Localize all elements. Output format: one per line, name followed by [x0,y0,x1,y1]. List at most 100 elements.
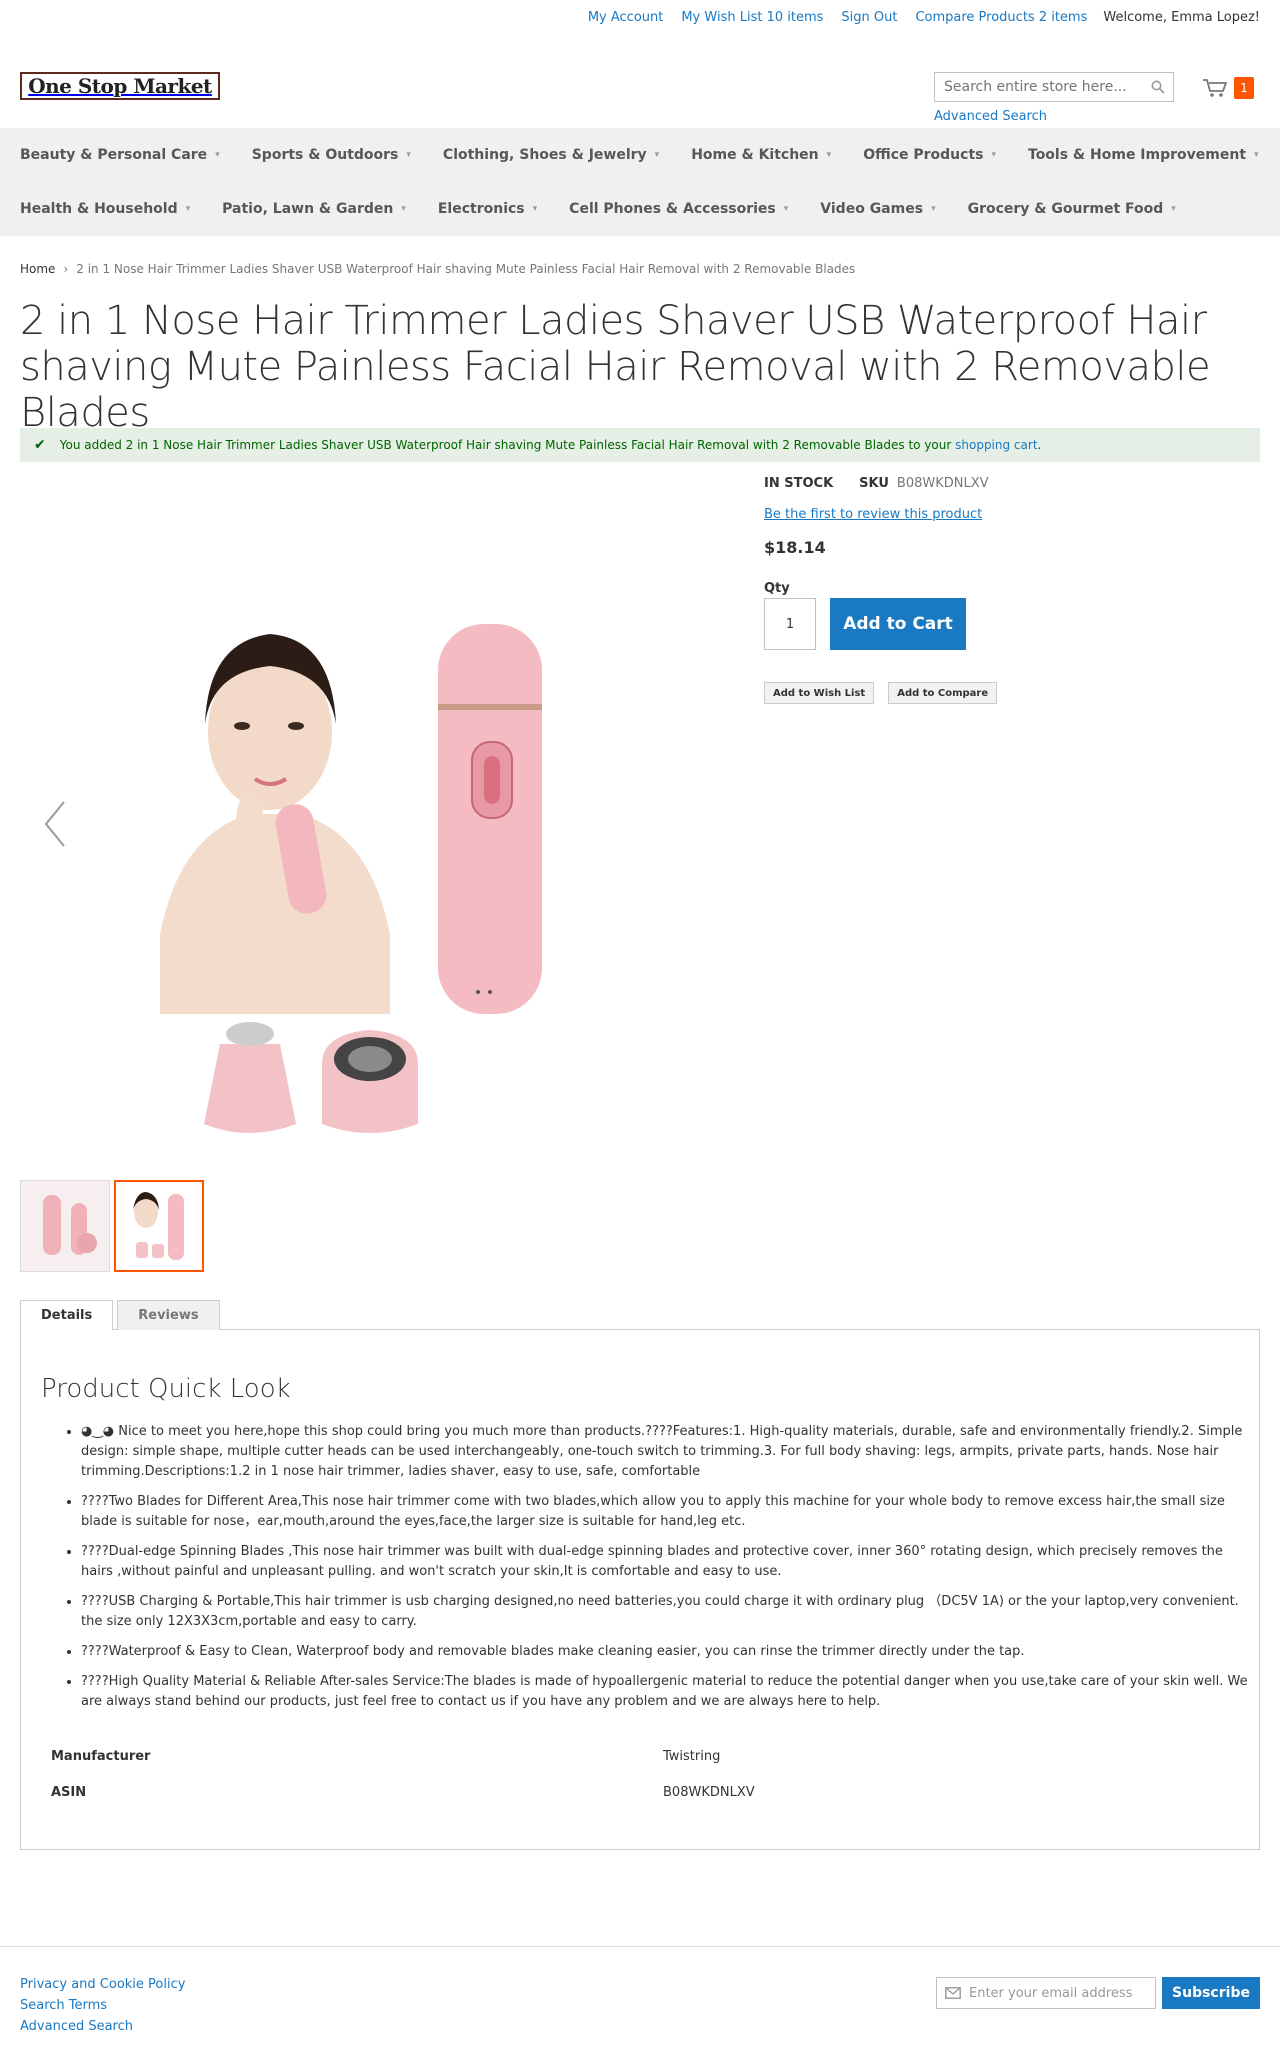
search-box [934,72,1174,102]
gallery-prev-arrow[interactable] [40,794,70,854]
nav-label: Tools & Home Improvement [1028,147,1247,163]
nav-tools-home-improvement[interactable]: Tools & Home Improvement ▾ [1008,128,1271,182]
product-photo [100,474,646,1180]
newsletter-placeholder: Enter your email address [969,1985,1133,2001]
stock-sku-row: IN STOCK SKU B08WKDNLXV [764,476,1264,491]
add-to-wishlist-button[interactable]: Add to Wish List [764,682,875,704]
nav-row-1: Beauty & Personal Care ▾ Sports & Outdoor… [0,128,1271,182]
footer-links: Privacy and Cookie Policy Search Terms A… [20,1977,185,2034]
chevron-down-icon: ▾ [654,150,660,160]
attribute-row: Manufacturer Twistring [51,1738,1231,1774]
thumbnail-image [116,1182,202,1270]
attribute-value: Twistring [663,1748,721,1764]
chevron-right-icon: › [63,262,69,276]
chevron-down-icon: ▾ [1254,150,1259,160]
top-bar: My Account My Wish List 10 items Sign Ou… [0,0,1280,40]
product-tabs: Details Reviews [20,1300,1260,1331]
store-logo[interactable]: One Stop Market [20,72,220,100]
chevron-down-icon: ▾ [406,150,411,160]
tab-reviews[interactable]: Reviews [117,1300,220,1330]
compare-products-link[interactable]: Compare Products 2 items [913,10,1089,25]
advanced-search-link[interactable]: Advanced Search [934,109,1047,124]
nav-label: Grocery & Gourmet Food [967,201,1164,217]
feature-item: ????Dual-edge Spinning Blades ,This nose… [81,1542,1259,1582]
breadcrumb-current: 2 in 1 Nose Hair Trimmer Ladies Shaver U… [76,262,856,276]
gallery-thumbnails [20,1180,204,1272]
my-account-link[interactable]: My Account [586,10,666,25]
logo-text: One Stop Market [28,74,212,98]
add-to-cart-button[interactable]: Add to Cart [830,598,966,650]
sku-value: B08WKDNLXV [896,476,989,491]
nav-patio-lawn-garden[interactable]: Patio, Lawn & Garden ▾ [202,182,418,236]
stock-status: IN STOCK [764,476,834,491]
footer-advanced-search-link[interactable]: Advanced Search [20,2019,185,2034]
message-suffix: . [1037,438,1042,452]
feature-item: ????USB Charging & Portable,This hair tr… [81,1592,1259,1632]
category-nav: Beauty & Personal Care ▾ Sports & Outdoor… [0,128,1280,236]
thumbnail-1[interactable] [20,1180,110,1272]
cart-icon [1203,79,1228,97]
search-input[interactable] [935,73,1145,101]
nav-clothing-shoes-jewelry[interactable]: Clothing, Shoes & Jewelry ▾ [423,128,671,182]
product-info: IN STOCK SKU B08WKDNLXV Be the first to r… [764,474,1264,704]
shopping-cart-link[interactable]: shopping cart [955,438,1037,452]
nav-grocery-gourmet-food[interactable]: Grocery & Gourmet Food ▾ [948,182,1188,236]
newsletter-form: Enter your email address Subscribe [936,1977,1260,2009]
welcome-message: Welcome, Emma Lopez! [1103,10,1260,25]
breadcrumb-home-link[interactable]: Home [20,262,55,276]
chevron-down-icon: ▾ [532,204,538,214]
sign-out-link[interactable]: Sign Out [839,10,899,25]
quick-look-heading: Product Quick Look [41,1374,291,1404]
breadcrumb: Home › 2 in 1 Nose Hair Trimmer Ladies S… [20,262,855,276]
page-footer: Privacy and Cookie Policy Search Terms A… [0,1946,1280,2048]
chevron-down-icon: ▾ [1171,204,1176,214]
add-to-compare-button[interactable]: Add to Compare [888,682,998,704]
nav-row-2: Health & Household ▾ Patio, Lawn & Garden… [0,182,1188,236]
checkmark-icon: ✔ [34,437,46,453]
thumbnail-image [21,1181,109,1271]
attribute-key: ASIN [51,1784,87,1800]
feature-item: ????Waterproof & Easy to Clean, Waterpro… [81,1642,1259,1662]
first-review-link[interactable]: Be the first to review this product [764,507,982,522]
nav-sports-outdoors[interactable]: Sports & Outdoors ▾ [232,128,423,182]
search-icon [1151,80,1165,94]
attribute-row: ASIN B08WKDNLXV [51,1774,1231,1810]
newsletter-email-input[interactable]: Enter your email address [936,1977,1156,2009]
tab-details[interactable]: Details [20,1300,114,1331]
nav-health-household[interactable]: Health & Household ▾ [0,182,202,236]
nav-cell-phones-accessories[interactable]: Cell Phones & Accessories ▾ [549,182,800,236]
thumbnail-2[interactable] [114,1180,204,1272]
product-price: $18.14 [764,538,826,557]
qty-input[interactable]: 1 [764,598,816,650]
search-button[interactable] [1143,73,1173,101]
sku-label: SKU [859,476,889,491]
nav-label: Electronics [437,201,525,217]
nav-label: Office Products [863,147,984,163]
nav-label: Cell Phones & Accessories [569,201,776,217]
subscribe-button[interactable]: Subscribe [1162,1977,1260,2009]
chevron-down-icon: ▾ [783,204,789,214]
nav-home-kitchen[interactable]: Home & Kitchen ▾ [671,128,843,182]
nav-beauty-personal-care[interactable]: Beauty & Personal Care ▾ [0,128,232,182]
page-title: 2 in 1 Nose Hair Trimmer Ladies Shaver U… [20,298,1211,436]
nav-electronics[interactable]: Electronics ▾ [418,182,549,236]
feature-item: ????High Quality Material & Reliable Aft… [81,1672,1259,1712]
chevron-down-icon: ▾ [931,204,936,214]
nav-label: Clothing, Shoes & Jewelry [442,147,647,163]
nav-label: Sports & Outdoors [251,147,399,163]
nav-label: Home & Kitchen [691,147,819,163]
chevron-down-icon: ▾ [991,150,996,160]
minicart-button[interactable]: 1 [1198,72,1260,104]
nav-office-products[interactable]: Office Products ▾ [843,128,1008,182]
nav-video-games[interactable]: Video Games ▾ [800,182,947,236]
attributes-table: Manufacturer Twistring ASIN B08WKDNLXV [51,1738,1231,1810]
product-social-actions: Add to Wish List Add to Compare [764,682,1264,704]
attribute-value: B08WKDNLXV [663,1784,755,1800]
wish-list-link[interactable]: My Wish List 10 items [679,10,825,25]
privacy-policy-link[interactable]: Privacy and Cookie Policy [20,1977,185,1992]
product-main-image[interactable] [100,474,646,1180]
search-terms-link[interactable]: Search Terms [20,1998,185,2013]
feature-list: ◕‿◕ Nice to meet you here,hope this shop… [81,1422,1259,1722]
feature-item: ◕‿◕ Nice to meet you here,hope this shop… [81,1422,1259,1482]
message-prefix: You added 2 in 1 Nose Hair Trimmer Ladie… [59,438,956,452]
